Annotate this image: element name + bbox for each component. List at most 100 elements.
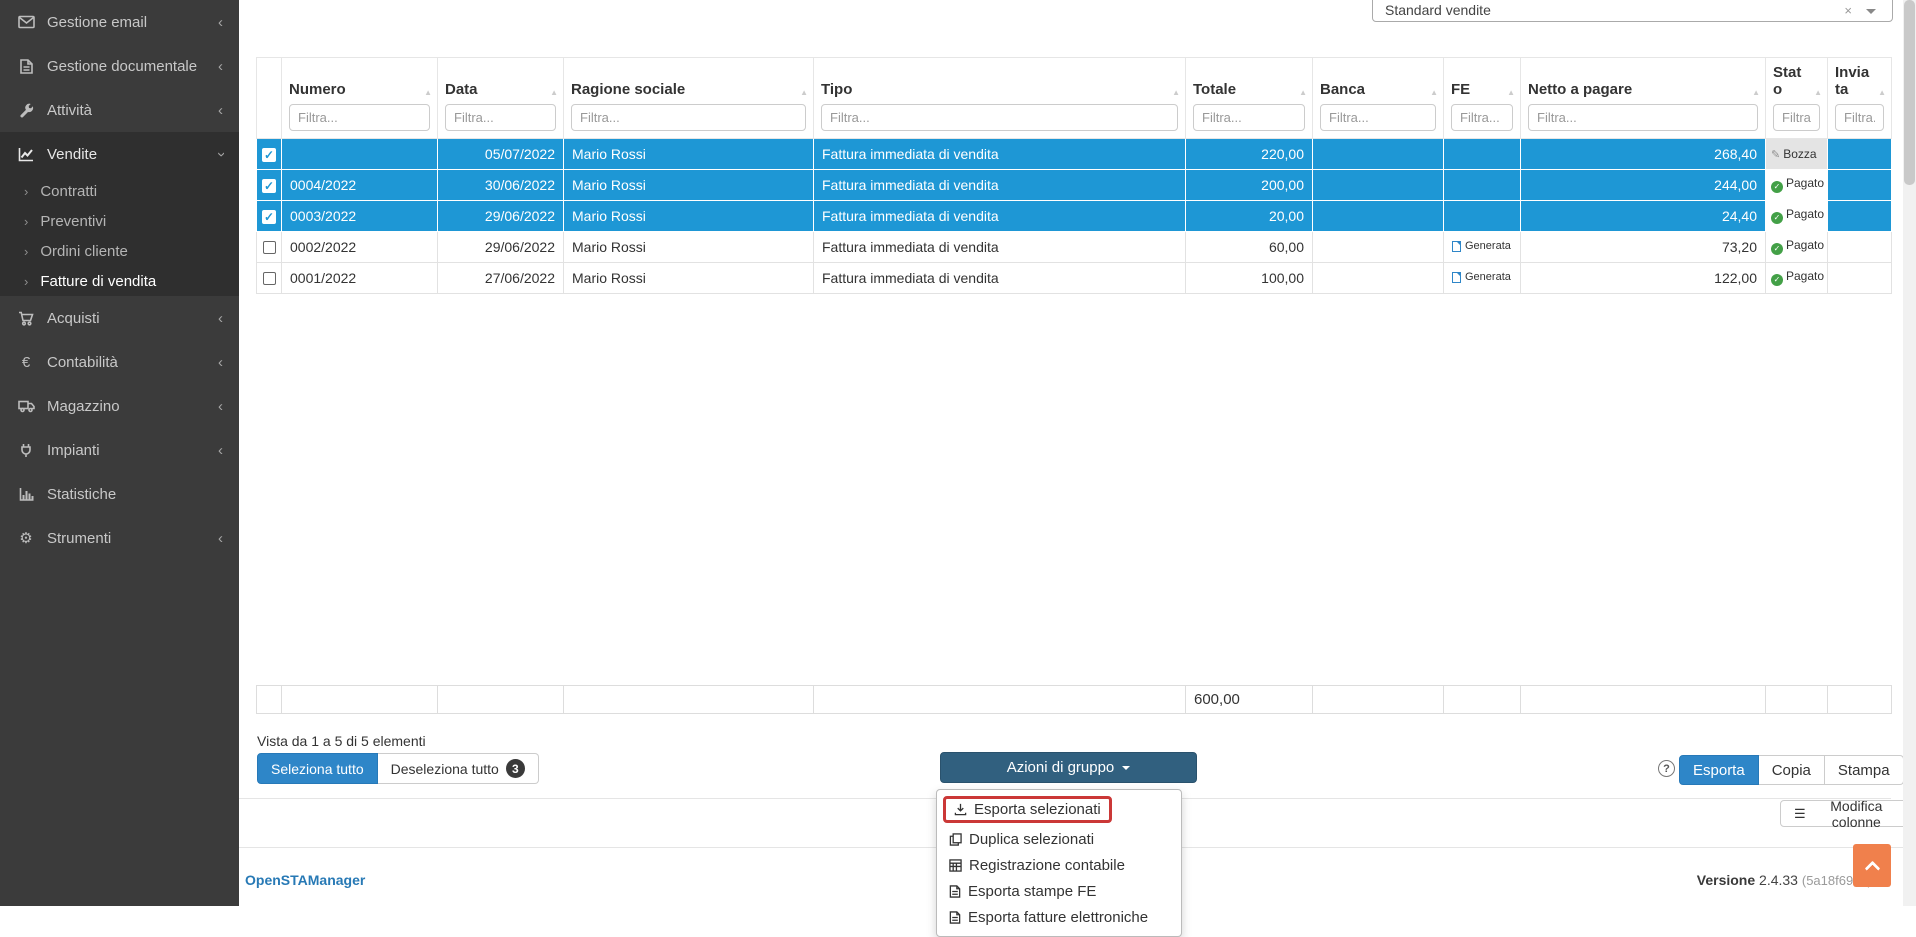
cell-banca <box>1313 138 1444 169</box>
table-row[interactable]: ✓ 0004/2022 30/06/2022 Mario Rossi Fattu… <box>257 169 1892 200</box>
sidebar-group-vendite: Vendite ‹ › Contratti › Preventivi › Ord… <box>0 132 239 296</box>
chevron-down-icon: ‹ <box>218 146 223 163</box>
copy-button[interactable]: Copia <box>1759 755 1825 785</box>
totale-sum: 600,00 <box>1186 685 1313 713</box>
version-number: 2.4.33 <box>1759 872 1798 888</box>
sidebar-item-ordini-cliente[interactable]: › Ordini cliente <box>0 236 239 266</box>
module-template-select[interactable]: Standard vendite × <box>1372 0 1893 22</box>
chevron-left-icon: ‹ <box>218 14 223 31</box>
sidebar-item-fatture-di-vendita[interactable]: › Fatture di vendita <box>0 266 239 296</box>
filter-input-numero[interactable] <box>289 104 430 131</box>
print-button[interactable]: Stampa <box>1825 755 1904 785</box>
row-checkbox[interactable]: ✓ <box>257 169 282 200</box>
sidebar-item-label: Acquisti <box>47 310 100 327</box>
group-actions-button[interactable]: Azioni di gruppo <box>940 752 1197 783</box>
filter-input-inviata[interactable] <box>1835 104 1884 131</box>
menu-item-esporta-fatture-elettroniche[interactable]: Esporta fatture elettroniche <box>937 904 1181 930</box>
row-checkbox[interactable]: ✓ <box>257 200 282 231</box>
table-footer-row: 600,00 <box>257 685 1892 713</box>
scrollbar-track[interactable] <box>1903 0 1916 906</box>
brand-link[interactable]: OpenSTAManager <box>245 872 365 888</box>
table-row[interactable]: ✓ 05/07/2022 Mario Rossi Fattura immedia… <box>257 138 1892 169</box>
filter-input-banca[interactable] <box>1320 104 1436 131</box>
filter-input-tipo[interactable] <box>821 104 1178 131</box>
paid-check-icon: ✓ <box>1771 181 1783 193</box>
cell-numero: 0002/2022 <box>282 231 438 262</box>
chevron-right-icon: › <box>24 244 28 259</box>
cell-tipo: Fattura immediata di vendita <box>814 138 1186 169</box>
column-header-numero[interactable]: Numero▲ <box>282 58 438 139</box>
chevron-up-icon <box>1864 860 1880 876</box>
chevron-right-icon: › <box>24 214 28 229</box>
selected-count-badge: 3 <box>506 759 525 778</box>
column-header-tipo[interactable]: Tipo▲ <box>814 58 1186 139</box>
sidebar-item-preventivi[interactable]: › Preventivi <box>0 206 239 236</box>
sidebar-item-vendite[interactable]: Vendite ‹ <box>0 132 239 176</box>
cell-stato: ✓Pagato <box>1766 262 1828 293</box>
menu-item-duplica-selezionati[interactable]: Duplica selezionati <box>937 826 1181 852</box>
help-icon[interactable]: ? <box>1658 760 1675 777</box>
cell-totale: 220,00 <box>1186 138 1313 169</box>
edit-columns-button[interactable]: ☰ Modifica colonne <box>1780 800 1916 827</box>
sidebar-item-label: Impianti <box>47 442 100 459</box>
column-header-inviata[interactable]: Inviata▲ <box>1828 58 1892 139</box>
sidebar-item-impianti[interactable]: Impianti ‹ <box>0 428 239 472</box>
filter-input-totale[interactable] <box>1193 104 1305 131</box>
cell-data: 29/06/2022 <box>438 200 564 231</box>
column-header-totale[interactable]: Totale▲ <box>1186 58 1313 139</box>
sort-icon: ▲ <box>550 88 558 97</box>
sidebar-item-contratti[interactable]: › Contratti <box>0 176 239 206</box>
row-checkbox[interactable]: ✓ <box>257 138 282 169</box>
cell-stato: ✓Pagato <box>1766 200 1828 231</box>
filter-input-stato[interactable] <box>1773 104 1820 131</box>
table-row[interactable]: 0001/2022 27/06/2022 Mario Rossi Fattura… <box>257 262 1892 293</box>
sidebar-item-attivita[interactable]: Attività ‹ <box>0 88 239 132</box>
cell-stato: ✓Pagato <box>1766 231 1828 262</box>
invoice-file-icon <box>1452 272 1461 283</box>
sidebar-item-acquisti[interactable]: Acquisti ‹ <box>0 296 239 340</box>
fe-generata-badge: Generata <box>1452 271 1511 283</box>
sidebar-item-gestione-documentale[interactable]: Gestione documentale ‹ <box>0 44 239 88</box>
sidebar-item-statistiche[interactable]: Statistiche <box>0 472 239 516</box>
table-row[interactable]: ✓ 0003/2022 29/06/2022 Mario Rossi Fattu… <box>257 200 1892 231</box>
chevron-right-icon: › <box>24 184 28 199</box>
filter-input-netto[interactable] <box>1528 104 1758 131</box>
sidebar-item-contabilita[interactable]: € Contabilità ‹ <box>0 340 239 384</box>
column-header-fe[interactable]: FE▲ <box>1444 58 1521 139</box>
truck-icon <box>14 399 38 413</box>
row-checkbox[interactable] <box>257 231 282 262</box>
filter-input-data[interactable] <box>445 104 556 131</box>
export-button[interactable]: Esporta <box>1679 755 1759 785</box>
scrollbar-thumb[interactable] <box>1904 0 1915 185</box>
menu-item-esporta-stampe-fe[interactable]: Esporta stampe FE <box>937 878 1181 904</box>
column-header-stato[interactable]: Stato▲ <box>1766 58 1828 139</box>
sidebar-item-label: Gestione email <box>47 14 147 31</box>
scroll-to-top-button[interactable] <box>1853 844 1891 887</box>
menu-item-registrazione-contabile[interactable]: Registrazione contabile <box>937 852 1181 878</box>
column-header-banca[interactable]: Banca▲ <box>1313 58 1444 139</box>
cell-numero <box>282 138 438 169</box>
menu-item-esporta-selezionati[interactable]: Esporta selezionati <box>954 801 1101 818</box>
sort-icon: ▲ <box>800 88 808 97</box>
chevron-left-icon: ‹ <box>218 398 223 415</box>
column-header-data[interactable]: Data▲ <box>438 58 564 139</box>
cell-numero: 0001/2022 <box>282 262 438 293</box>
sidebar-item-magazzino[interactable]: Magazzino ‹ <box>0 384 239 428</box>
cell-inviata <box>1828 138 1892 169</box>
filter-input-ragione-sociale[interactable] <box>571 104 806 131</box>
cell-ragione-sociale: Mario Rossi <box>564 262 814 293</box>
table-row[interactable]: 0002/2022 29/06/2022 Mario Rossi Fattura… <box>257 231 1892 262</box>
sidebar-item-gestione-email[interactable]: Gestione email ‹ <box>0 0 239 44</box>
column-header-ragione-sociale[interactable]: Ragione sociale▲ <box>564 58 814 139</box>
filter-input-fe[interactable] <box>1451 104 1513 131</box>
clear-selection-icon[interactable]: × <box>1830 3 1866 18</box>
sidebar-item-strumenti[interactable]: ⚙ Strumenti ‹ <box>0 516 239 560</box>
select-all-button[interactable]: Seleziona tutto <box>257 753 378 784</box>
select-caret-icon[interactable] <box>1866 9 1876 14</box>
version-info: Versione 2.4.33 (5a18f6963) <box>1697 872 1872 888</box>
column-header-netto-a-pagare[interactable]: Netto a pagare▲ <box>1521 58 1766 139</box>
deselect-all-button[interactable]: Deseleziona tutto 3 <box>378 753 539 784</box>
chevron-left-icon: ‹ <box>218 442 223 459</box>
row-checkbox[interactable] <box>257 262 282 293</box>
sort-icon: ▲ <box>1172 88 1180 97</box>
